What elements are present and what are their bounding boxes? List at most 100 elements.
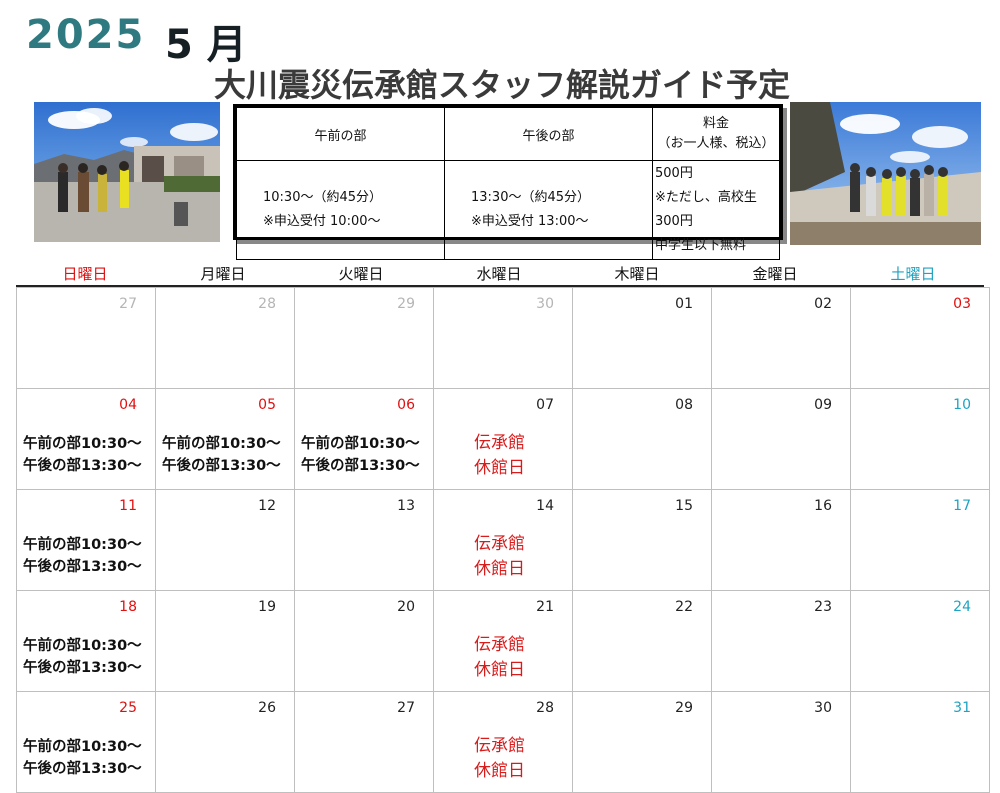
- day-number: 17: [953, 498, 971, 514]
- calendar-day-cell: 02: [711, 287, 851, 389]
- afternoon-times: 13:30～（約45分） ※申込受付 13:00～: [444, 160, 653, 260]
- closed-notice: 伝承館 休館日: [474, 734, 525, 784]
- calendar-day-cell: 20: [294, 590, 434, 692]
- day-number: 16: [814, 498, 832, 514]
- calendar-day-cell: 18 午前の部10:30～ 午後の部13:30～: [16, 590, 156, 692]
- calendar-day-cell: 29: [572, 691, 712, 793]
- guide-info-table: 午前の部 午後の部 料金 （お一人様、税込） 10:30～（約45分） ※申込受付…: [233, 104, 783, 260]
- calendar-day-cell: 24: [850, 590, 990, 692]
- header-afternoon: 午後の部: [444, 107, 653, 161]
- fee-juniorhigh: 中学生以下無料: [655, 238, 747, 253]
- calendar-week: 04 午前の部10:30～ 午後の部13:30～ 05 午前の部10:30～ 午後の部13…: [16, 388, 990, 490]
- day-number: 15: [675, 498, 693, 514]
- calendar-day-cell: 01: [572, 287, 712, 389]
- page-title: 大川震災伝承館スタッフ解説ガイド予定: [214, 66, 791, 104]
- guide-schedule: 午前の部10:30～ 午後の部13:30～: [23, 433, 142, 477]
- calendar-week: 18 午前の部10:30～ 午後の部13:30～ 19 20 21 伝承館 休館日 22 23 24: [16, 590, 990, 692]
- morning-time: 10:30～（約45分）: [263, 190, 383, 205]
- calendar-day-cell: 28: [155, 287, 295, 389]
- day-number: 06: [397, 397, 415, 413]
- weekday-thursday: 木曜日: [614, 265, 660, 283]
- guide-schedule: 午前の部10:30～ 午後の部13:30～: [23, 534, 142, 578]
- calendar-day-cell: 27: [294, 691, 434, 793]
- calendar-day-cell: 21 伝承館休館日: [433, 590, 573, 692]
- closed-notice: 伝承館 休館日: [474, 633, 525, 683]
- guide-schedule: 午前の部10:30～ 午後の部13:30～: [23, 736, 142, 780]
- day-number: 01: [675, 296, 693, 312]
- day-number: 18: [119, 599, 137, 615]
- closed-line-2: 休館日: [474, 761, 525, 781]
- morning-session: 午前の部10:30～: [23, 739, 142, 755]
- weekday-sunday: 日曜日: [62, 265, 108, 283]
- afternoon-session: 午後の部13:30～: [23, 761, 142, 777]
- day-number: 12: [258, 498, 276, 514]
- closed-line-2: 休館日: [474, 660, 525, 680]
- afternoon-reception: ※申込受付 13:00～: [471, 214, 589, 229]
- day-number: 04: [119, 397, 137, 413]
- closed-line-2: 休館日: [474, 458, 525, 478]
- morning-session: 午前の部10:30～: [162, 436, 281, 452]
- day-number: 23: [814, 599, 832, 615]
- day-number: 11: [119, 498, 137, 514]
- fee-details: 500円 ※ただし、高校生300円 中学生以下無料: [652, 160, 780, 260]
- afternoon-time: 13:30～（約45分）: [471, 190, 591, 205]
- afternoon-session: 午後の部13:30～: [162, 458, 281, 474]
- calendar-day-cell: 28 伝承館休館日: [433, 691, 573, 793]
- calendar-day-cell: 15: [572, 489, 712, 591]
- weekday-tuesday: 火曜日: [338, 265, 384, 283]
- afternoon-session: 午後の部13:30～: [301, 458, 420, 474]
- year-label: 2025: [26, 12, 146, 58]
- day-number: 25: [119, 700, 137, 716]
- calendar-grid: 27 28 29 30 01 02 03 04 午前の部10:30～ 午後の部13:30～ 05 午前…: [16, 287, 990, 793]
- weekday-header: 日曜日 月曜日 火曜日 水曜日 木曜日 金曜日 土曜日: [16, 262, 984, 286]
- calendar-day-cell: 29: [294, 287, 434, 389]
- day-number: 30: [536, 296, 554, 312]
- guide-photo-right: [790, 102, 981, 245]
- morning-session: 午前の部10:30～: [23, 537, 142, 553]
- calendar-week: 11 午前の部10:30～ 午後の部13:30～ 12 13 14 伝承館 休館日 15 16 17: [16, 489, 990, 591]
- closed-line-1: 伝承館: [474, 433, 525, 453]
- morning-times: 10:30～（約45分） ※申込受付 10:00～: [236, 160, 445, 260]
- guide-photo-left: [34, 102, 220, 242]
- day-number: 21: [536, 599, 554, 615]
- weekday-friday: 金曜日: [752, 265, 798, 283]
- calendar-day-cell: 03: [850, 287, 990, 389]
- calendar-day-cell: 04 午前の部10:30～ 午後の部13:30～: [16, 388, 156, 490]
- header-morning: 午前の部: [236, 107, 445, 161]
- calendar-day-cell: 10: [850, 388, 990, 490]
- day-number: 13: [397, 498, 415, 514]
- info-header-line: （お一人様、税込）: [657, 136, 775, 151]
- weekday-wednesday: 水曜日: [476, 265, 522, 283]
- day-number: 28: [536, 700, 554, 716]
- closed-line-1: 伝承館: [474, 736, 525, 756]
- info-header-line: 料金: [702, 116, 729, 131]
- day-number: 30: [814, 700, 832, 716]
- day-number: 27: [397, 700, 415, 716]
- header-fee: 料金 （お一人様、税込）: [652, 107, 780, 161]
- weekday-monday: 月曜日: [200, 265, 246, 283]
- calendar-day-cell: 09: [711, 388, 851, 490]
- day-number: 29: [675, 700, 693, 716]
- calendar-day-cell: 05 午前の部10:30～ 午後の部13:30～: [155, 388, 295, 490]
- calendar-day-cell: 27: [16, 287, 156, 389]
- calendar-day-cell: 13: [294, 489, 434, 591]
- info-header-line: 午前の部: [314, 128, 367, 144]
- day-number: 31: [953, 700, 971, 716]
- calendar-day-cell: 17: [850, 489, 990, 591]
- calendar-day-cell: 08: [572, 388, 712, 490]
- day-number: 07: [536, 397, 554, 413]
- closed-notice: 伝承館 休館日: [474, 431, 525, 481]
- guide-schedule: 午前の部10:30～ 午後の部13:30～: [301, 433, 420, 477]
- closed-notice: 伝承館 休館日: [474, 532, 525, 582]
- day-number: 08: [675, 397, 693, 413]
- day-number: 24: [953, 599, 971, 615]
- calendar-day-cell: 14 伝承館 休館日: [433, 489, 573, 591]
- closed-line-1: 伝承館: [474, 534, 525, 554]
- closed-line-1: 伝承館: [474, 635, 525, 655]
- weekday-saturday: 土曜日: [890, 265, 936, 283]
- day-number: 22: [675, 599, 693, 615]
- day-number: 10: [953, 397, 971, 413]
- day-number: 26: [258, 700, 276, 716]
- calendar-day-cell: 11 午前の部10:30～ 午後の部13:30～: [16, 489, 156, 591]
- calendar-day-cell: 12: [155, 489, 295, 591]
